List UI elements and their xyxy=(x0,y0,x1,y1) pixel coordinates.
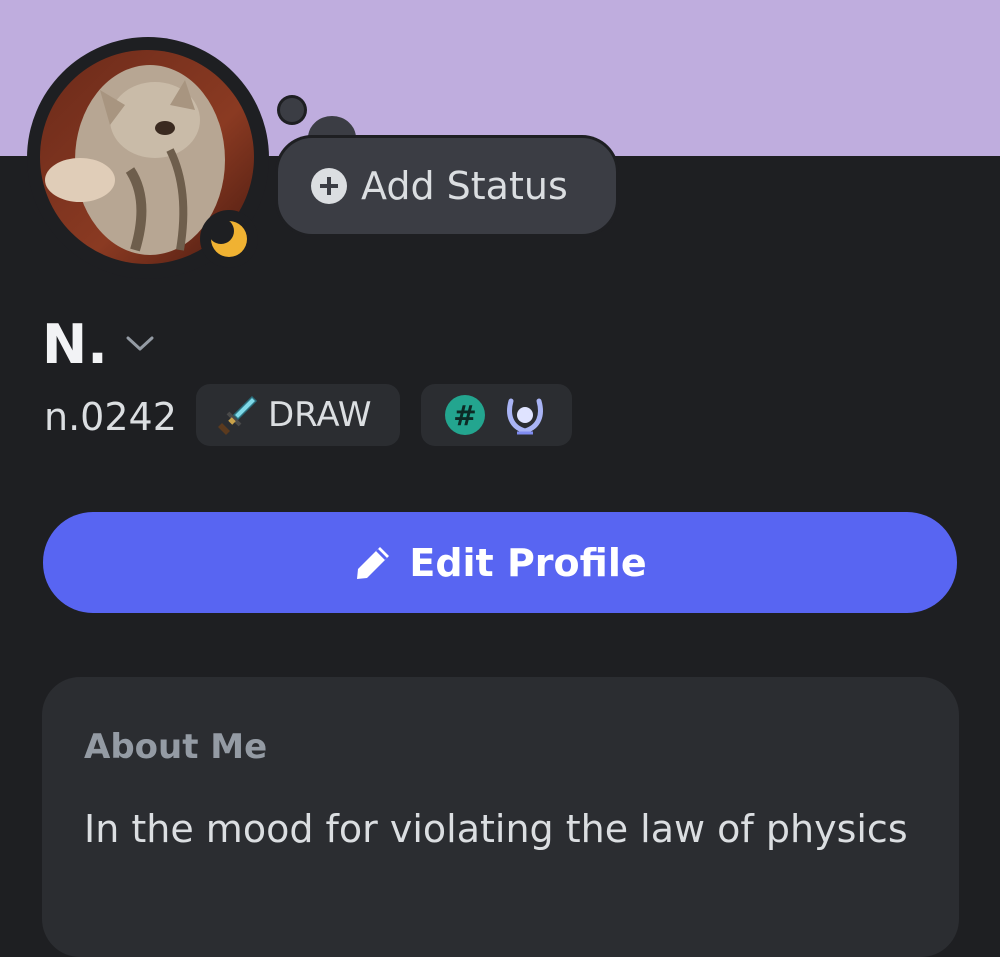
badges-row[interactable]: # xyxy=(421,384,572,446)
edit-profile-label: Edit Profile xyxy=(409,540,647,585)
status-bubble-dot-small xyxy=(277,95,307,125)
laurel-badge-icon[interactable] xyxy=(503,393,547,437)
about-me-text: In the mood for violating the law of phy… xyxy=(84,807,908,851)
hash-badge-icon[interactable]: # xyxy=(445,395,485,435)
guild-tag-label: DRAW xyxy=(268,395,372,435)
add-status-label: Add Status xyxy=(361,164,568,208)
sword-icon xyxy=(218,395,258,435)
about-me-card: About Me In the mood for violating the l… xyxy=(42,677,959,957)
chevron-down-icon[interactable] xyxy=(124,333,156,355)
plus-circle-icon xyxy=(311,168,347,204)
idle-moon-icon xyxy=(209,219,249,259)
pencil-icon xyxy=(357,546,390,579)
guild-tag-badge[interactable]: DRAW xyxy=(196,384,400,446)
about-me-title: About Me xyxy=(84,727,268,767)
username: n.0242 xyxy=(44,395,177,439)
edit-profile-button[interactable]: Edit Profile xyxy=(43,512,957,613)
add-status-button[interactable]: Add Status xyxy=(278,138,616,234)
display-name: N. xyxy=(42,313,108,376)
